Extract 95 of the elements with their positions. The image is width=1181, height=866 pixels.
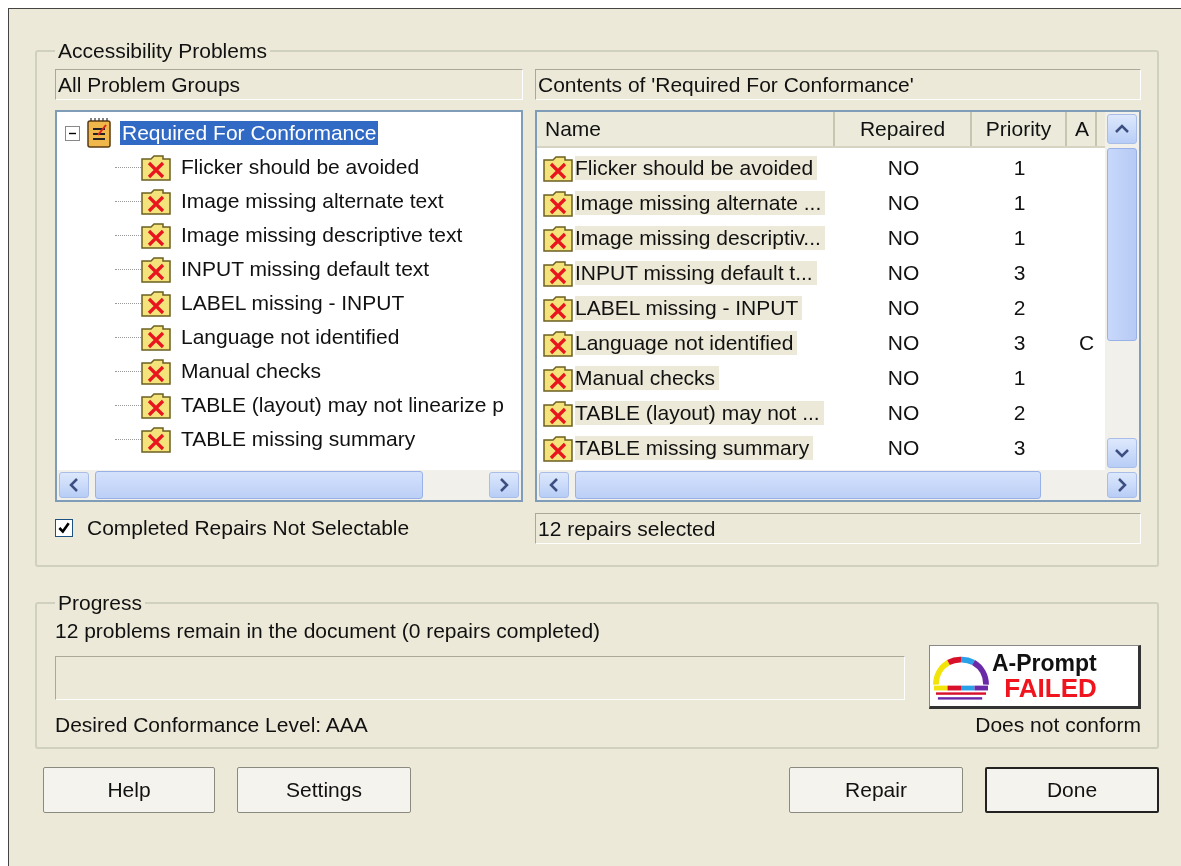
- column-header[interactable]: Name: [537, 112, 835, 146]
- scroll-right-button[interactable]: [489, 472, 519, 498]
- table-cell: NO: [887, 365, 920, 389]
- error-folder-icon: [141, 391, 171, 419]
- table-cell: NO: [887, 435, 920, 459]
- table-cell[interactable]: TABLE (layout) may not ...: [575, 400, 824, 425]
- table-cell: 3: [1013, 435, 1026, 459]
- chevron-right-icon: [499, 478, 509, 492]
- table-cell: NO: [887, 400, 920, 424]
- table-cell[interactable]: Image missing descriptiv...: [575, 225, 825, 250]
- table-cell: 3: [1013, 330, 1026, 354]
- table-cell: 1: [1013, 365, 1026, 389]
- scroll-thumb[interactable]: [575, 471, 1041, 499]
- table-cell: NO: [887, 190, 920, 214]
- error-folder-icon: [543, 258, 573, 287]
- table-cell: NO: [887, 295, 920, 319]
- error-folder-icon: [543, 433, 573, 462]
- chevron-left-icon: [549, 478, 559, 492]
- result-text: Does not conform: [975, 713, 1141, 737]
- error-folder-icon: [141, 153, 171, 181]
- chevron-right-icon: [1117, 478, 1127, 492]
- error-folder-icon: [141, 255, 171, 283]
- error-folder-icon: [141, 323, 171, 351]
- table-cell: NO: [887, 330, 920, 354]
- table-cell: 2: [1013, 400, 1026, 424]
- error-folder-icon: [141, 289, 171, 317]
- tree-item[interactable]: Image missing alternate text: [181, 189, 444, 213]
- table-cell: 3: [1013, 260, 1026, 284]
- table-cell: 1: [1013, 190, 1026, 214]
- tree-item[interactable]: Language not identified: [181, 325, 400, 349]
- table-cell[interactable]: TABLE missing summary: [575, 435, 814, 460]
- scroll-left-button[interactable]: [59, 472, 89, 498]
- checkbox-label[interactable]: Completed Repairs Not Selectable: [87, 516, 410, 540]
- tree-item[interactable]: Flicker should be avoided: [181, 155, 420, 179]
- progress-message: 12 problems remain in the document (0 repairs completed): [55, 619, 602, 643]
- group-title: Progress: [57, 591, 144, 615]
- error-folder-icon: [141, 187, 171, 215]
- table-cell[interactable]: Image missing alternate ...: [575, 190, 826, 215]
- column-header[interactable]: Repaired: [835, 112, 972, 146]
- tree-item[interactable]: TABLE missing summary: [181, 427, 416, 451]
- scroll-up-button[interactable]: [1107, 114, 1137, 144]
- table-cell: NO: [887, 225, 920, 249]
- horizontal-scrollbar[interactable]: [537, 470, 1139, 500]
- scroll-thumb[interactable]: [1107, 148, 1137, 341]
- error-folder-icon: [543, 398, 573, 427]
- table-cell[interactable]: Language not identified: [575, 330, 798, 355]
- tree-item[interactable]: TABLE (layout) may not linearize p: [181, 393, 504, 417]
- scroll-down-button[interactable]: [1107, 438, 1137, 468]
- tree-item[interactable]: Manual checks: [181, 359, 322, 383]
- tree-item[interactable]: INPUT missing default text: [181, 257, 430, 281]
- error-folder-icon: [543, 153, 573, 182]
- table-cell[interactable]: LABEL missing - INPUT: [575, 295, 803, 320]
- tree-item[interactable]: Required For Conformance: [120, 121, 379, 145]
- group-title: Accessibility Problems: [57, 39, 268, 63]
- error-folder-icon: [543, 293, 573, 322]
- panel-header: All Problem Groups: [55, 69, 523, 100]
- dialog-button[interactable]: Settings: [237, 767, 411, 813]
- dialog-button[interactable]: Done: [985, 767, 1159, 813]
- error-folder-icon: [543, 223, 573, 252]
- table-cell[interactable]: Manual checks: [575, 365, 720, 390]
- scroll-right-button[interactable]: [1107, 472, 1137, 498]
- column-header[interactable]: A: [1067, 112, 1097, 146]
- error-folder-icon: [543, 328, 573, 357]
- error-folder-icon: [141, 357, 171, 385]
- checkbox[interactable]: [55, 519, 73, 537]
- tree-item[interactable]: Image missing descriptive text: [181, 223, 463, 247]
- dialog-button[interactable]: Repair: [789, 767, 963, 813]
- error-folder-icon: [543, 188, 573, 217]
- column-header[interactable]: Priority: [972, 112, 1067, 146]
- chevron-down-icon: [1115, 448, 1129, 458]
- horizontal-scrollbar[interactable]: [57, 470, 521, 500]
- error-folder-icon: [141, 221, 171, 249]
- chevron-up-icon: [1115, 124, 1129, 134]
- scroll-left-button[interactable]: [539, 472, 569, 498]
- vertical-scrollbar[interactable]: [1105, 112, 1139, 470]
- notepad-icon: [86, 117, 112, 149]
- table-cell: NO: [887, 155, 920, 179]
- table-cell[interactable]: INPUT missing default t...: [575, 260, 817, 285]
- chevron-left-icon: [69, 478, 79, 492]
- table-cell: 1: [1013, 225, 1026, 249]
- table-cell: 1: [1013, 155, 1026, 179]
- error-folder-icon: [141, 425, 171, 453]
- brand-name: A-Prompt: [992, 651, 1097, 675]
- status-text: 12 repairs selected: [535, 513, 1141, 544]
- collapse-icon[interactable]: [65, 125, 80, 141]
- tree-item[interactable]: LABEL missing - INPUT: [181, 291, 405, 315]
- scroll-thumb[interactable]: [95, 471, 423, 499]
- error-folder-icon: [543, 363, 573, 392]
- table-cell: C: [1079, 330, 1095, 354]
- table-cell: 2: [1013, 295, 1026, 319]
- panel-header: Contents of 'Required For Conformance': [535, 69, 1141, 100]
- table-cell: NO: [887, 260, 920, 284]
- dialog-button[interactable]: Help: [43, 767, 215, 813]
- table-cell[interactable]: Flicker should be avoided: [575, 155, 818, 180]
- conformance-level: Desired Conformance Level: AAA: [55, 713, 368, 737]
